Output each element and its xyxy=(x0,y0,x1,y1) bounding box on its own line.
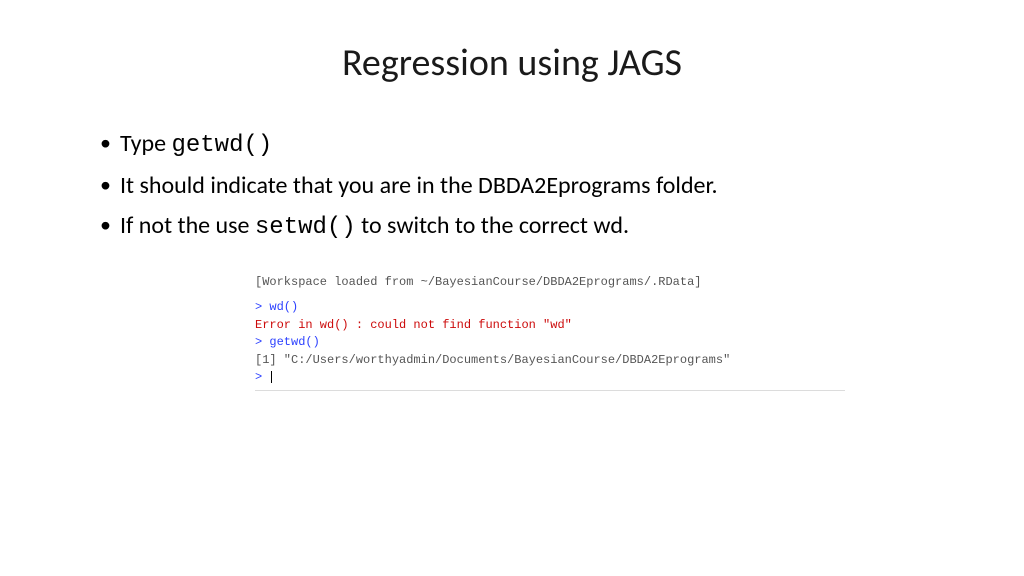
bullet-3-post: to switch to the correct wd. xyxy=(356,211,629,240)
slide-title: Regression using JAGS xyxy=(90,40,934,86)
console-line-wd: > wd() xyxy=(255,299,845,316)
bullet-1-code: getwd() xyxy=(171,132,272,159)
bullet-item-3: If not the use setwd() to switch to the … xyxy=(100,208,934,246)
bullet-3-code: setwd() xyxy=(255,214,356,241)
console-line-getwd: > getwd() xyxy=(255,334,845,351)
console-empty-prompt: > xyxy=(255,369,845,386)
bullet-1-text: Type xyxy=(120,129,171,158)
console-error: Error in wd() : could not find function … xyxy=(255,317,845,334)
bullet-2-text: It should indicate that you are in the D… xyxy=(120,171,718,200)
console-workspace-message: [Workspace loaded from ~/BayesianCourse/… xyxy=(255,274,845,291)
bullet-list: Type getwd() It should indicate that you… xyxy=(90,126,934,246)
bullet-item-2: It should indicate that you are in the D… xyxy=(100,168,934,204)
console-getwd-call: getwd() xyxy=(269,335,319,349)
console-prompt: > xyxy=(255,370,269,384)
r-console-output: [Workspace loaded from ~/BayesianCourse/… xyxy=(255,274,845,391)
cursor-icon xyxy=(271,371,272,383)
console-wd-call: wd() xyxy=(269,300,298,314)
console-prompt: > xyxy=(255,335,269,349)
bullet-item-1: Type getwd() xyxy=(100,126,934,164)
console-prompt: > xyxy=(255,300,269,314)
console-result: [1] "C:/Users/worthyadmin/Documents/Baye… xyxy=(255,352,845,369)
bullet-3-pre: If not the use xyxy=(120,211,255,240)
